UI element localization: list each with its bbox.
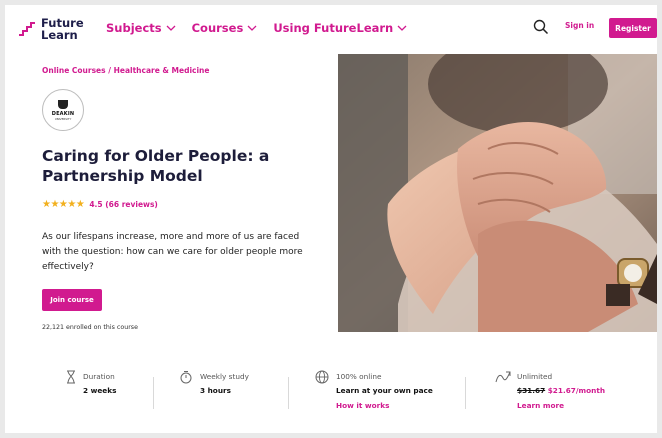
stat-unlimited: Unlimited $31.67 $21.67/month Learn more xyxy=(495,367,635,417)
enrolled-count: 22,121 enrolled on this course xyxy=(42,324,138,331)
logo-text: Future Learn xyxy=(41,17,84,41)
register-button[interactable]: Register xyxy=(609,18,657,38)
star-rating-icon: ★★★★★ xyxy=(42,199,85,210)
futurelearn-logo[interactable]: Future Learn xyxy=(17,15,89,43)
site-header: Future Learn Subjects Courses Using Futu… xyxy=(5,5,657,51)
course-title: Caring for Older People: a Partnership M… xyxy=(42,147,270,185)
join-course-button[interactable]: Join course xyxy=(42,289,102,311)
deakin-university-logo[interactable]: DEAKIN UNIVERSITY xyxy=(42,89,84,131)
nav-using-label: Using FutureLearn xyxy=(273,21,394,35)
unlimited-label: Unlimited xyxy=(517,372,553,381)
hourglass-icon xyxy=(67,370,75,384)
duration-value: 2 weeks xyxy=(83,386,117,395)
main-nav: Subjects Courses Using FutureLearn xyxy=(106,21,407,35)
online-label: 100% online xyxy=(336,372,382,381)
course-stats: Duration 2 weeks Weekly study 3 hours 10… xyxy=(5,367,657,417)
stat-divider xyxy=(465,377,466,409)
rating-reviews-link[interactable]: 4.5 (66 reviews) xyxy=(89,200,158,209)
stat-online: 100% online Learn at your own pace How i… xyxy=(315,367,455,417)
weekly-study-label: Weekly study xyxy=(200,372,249,381)
logo-line-2: Learn xyxy=(41,28,78,42)
futurelearn-logo-icon xyxy=(19,22,35,36)
nav-subjects-label: Subjects xyxy=(106,21,162,35)
course-page: Future Learn Subjects Courses Using Futu… xyxy=(5,5,657,433)
course-description: As our lifespans increase, more and more… xyxy=(42,232,303,272)
breadcrumb-online-courses[interactable]: Online Courses xyxy=(42,66,106,75)
crest-icon xyxy=(58,99,68,109)
sign-in-link[interactable]: Sign in xyxy=(565,21,594,30)
course-rating: ★★★★★ 4.5 (66 reviews) xyxy=(42,199,158,210)
chevron-down-icon xyxy=(247,25,257,31)
price-new: $21.67/month xyxy=(547,386,606,395)
how-it-works-link[interactable]: How it works xyxy=(336,401,389,410)
unlimited-price: $31.67 $21.67/month xyxy=(517,386,605,395)
chevron-down-icon xyxy=(397,25,407,31)
stat-divider xyxy=(288,377,289,409)
stopwatch-icon xyxy=(180,371,192,384)
globe-icon xyxy=(315,370,329,384)
breadcrumb-healthcare-medicine[interactable]: Healthcare & Medicine xyxy=(114,66,210,75)
stat-divider xyxy=(153,377,154,409)
chevron-down-icon xyxy=(166,25,176,31)
duration-label: Duration xyxy=(83,372,115,381)
breadcrumb: Online Courses / Healthcare & Medicine xyxy=(42,66,210,75)
provider-sub: UNIVERSITY xyxy=(54,116,72,121)
nav-using-futurelearn[interactable]: Using FutureLearn xyxy=(273,21,407,35)
nav-courses[interactable]: Courses xyxy=(192,21,258,35)
nav-courses-label: Courses xyxy=(191,21,244,35)
online-value: Learn at your own pace xyxy=(336,386,433,395)
nav-subjects[interactable]: Subjects xyxy=(106,21,176,35)
stat-duration: Duration 2 weeks xyxy=(65,367,145,417)
search-icon[interactable] xyxy=(533,19,549,35)
price-old: $31.67 xyxy=(517,386,546,395)
breadcrumb-separator: / xyxy=(105,66,114,75)
hero-photo xyxy=(338,54,657,332)
stat-weekly-study: Weekly study 3 hours xyxy=(180,367,270,417)
weekly-study-value: 3 hours xyxy=(200,386,231,395)
holding-hands-image xyxy=(338,54,657,332)
trend-up-icon xyxy=(495,371,511,383)
learn-more-link[interactable]: Learn more xyxy=(517,401,564,410)
